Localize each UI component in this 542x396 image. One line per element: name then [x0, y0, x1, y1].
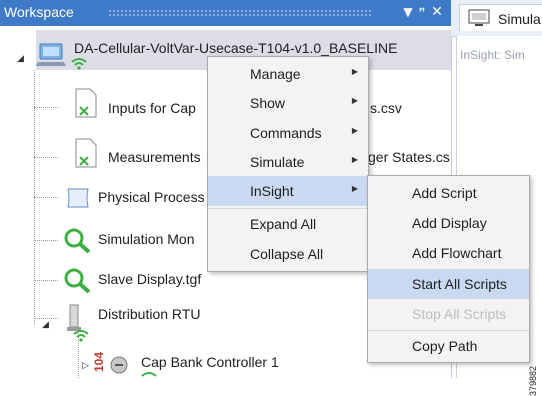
expand-arrow-icon[interactable]: ▷: [82, 360, 89, 371]
workspace-header: Workspace ▼ ꟸ ✕: [0, 0, 451, 26]
menu-item-label: InSight: [250, 183, 294, 199]
csv-file-icon: [75, 88, 97, 118]
pin-icon[interactable]: ꟸ: [415, 4, 429, 20]
menu-item-label: Commands: [250, 125, 322, 141]
menu-item-label: Add Script: [412, 185, 477, 201]
dropdown-icon[interactable]: ▼: [401, 4, 415, 20]
tree-root-label[interactable]: DA-Cellular-VoltVar-Usecase-T104-v1.0_BA…: [74, 40, 397, 56]
tree-item-measurements[interactable]: Measurements: [108, 149, 201, 165]
device-id-label: 104: [92, 351, 106, 372]
close-icon[interactable]: ✕: [430, 4, 444, 20]
submenu-arrow-icon: ▶: [351, 67, 358, 76]
menu-item-add-flowchart[interactable]: Add Flowchart: [368, 238, 529, 268]
menu-item-copy-path[interactable]: Copy Path: [368, 331, 529, 361]
tree-item-cap-bank-controller[interactable]: Cap Bank Controller 1: [141, 354, 279, 370]
scroll-icon: [67, 188, 89, 208]
menu-item-add-display[interactable]: Add Display: [368, 208, 529, 238]
menu-item-label: Show: [250, 95, 286, 111]
simulation-sub-label: InSight: Sim: [460, 48, 525, 62]
header-grip: [108, 9, 373, 17]
computer-icon: [36, 43, 66, 66]
menu-item-show[interactable]: Show ▶: [208, 88, 368, 118]
menu-item-manage[interactable]: Manage ▶: [208, 59, 368, 89]
menu-item-label: Start All Scripts: [412, 276, 507, 292]
menu-item-label: Manage: [250, 66, 301, 82]
simulation-tabbar: Simula: [451, 0, 542, 37]
magnifier-icon: [64, 228, 91, 254]
tree-item-distribution-rtu[interactable]: Distribution RTU: [98, 306, 200, 322]
wifi-icon: [73, 330, 89, 342]
tree-item-physical-process[interactable]: Physical Process: [98, 189, 205, 205]
menu-item-label: Copy Path: [412, 338, 478, 354]
context-menu: Manage ▶ Show ▶ Commands ▶ Simulate ▶ In…: [207, 56, 369, 272]
tree-line: [34, 107, 58, 108]
magnifier-icon: [64, 268, 91, 294]
collapse-arrow-icon[interactable]: ◢: [42, 319, 49, 330]
cap-bank-icon: [110, 356, 128, 374]
tree-line: [34, 157, 58, 158]
submenu-arrow-icon: ▶: [351, 96, 358, 105]
menu-item-label: Add Flowchart: [412, 245, 502, 261]
menu-item-add-script[interactable]: Add Script: [368, 178, 529, 208]
tab-simulation-label: Simula: [498, 11, 541, 27]
menu-item-label: Stop All Scripts: [412, 306, 507, 322]
menu-item-label: Collapse All: [250, 246, 324, 262]
tree-line: [34, 280, 58, 281]
menu-item-expand-all[interactable]: Expand All: [208, 209, 368, 239]
menu-item-insight[interactable]: InSight ▶: [208, 176, 368, 206]
csv-file-icon: [75, 138, 97, 168]
submenu-arrow-icon: ▶: [351, 155, 358, 164]
tree-item-measurements-suffix: ger States.cs: [368, 149, 450, 165]
wifi-icon: [71, 58, 87, 70]
tab-simulation[interactable]: Simula: [459, 4, 542, 31]
tree-item-simulation-mon[interactable]: Simulation Mon: [98, 231, 195, 247]
tree-item-inputs[interactable]: Inputs for Cap: [108, 100, 196, 116]
menu-item-stop-all-scripts: Stop All Scripts: [368, 299, 529, 329]
submenu-arrow-icon: ▶: [351, 126, 358, 135]
tree-line: [34, 197, 58, 198]
collapse-arrow-icon[interactable]: ◢: [17, 53, 24, 64]
menu-item-label: Add Display: [412, 215, 487, 231]
menu-item-label: Simulate: [250, 154, 305, 170]
menu-item-start-all-scripts[interactable]: Start All Scripts: [368, 269, 529, 299]
menu-item-commands[interactable]: Commands ▶: [208, 118, 368, 148]
submenu-arrow-icon: ▶: [351, 184, 358, 193]
workspace-title: Workspace: [4, 4, 74, 20]
tree-item-inputs-suffix: s.csv: [370, 100, 402, 116]
menu-item-label: Expand All: [250, 216, 317, 232]
monitor-icon: [468, 9, 490, 26]
tree-line: [34, 240, 58, 241]
menu-item-simulate[interactable]: Simulate ▶: [208, 147, 368, 177]
tree-item-slave-display[interactable]: Slave Display.tgf: [98, 271, 201, 287]
figure-number: 379882: [528, 366, 538, 396]
menu-item-collapse-all[interactable]: Collapse All: [208, 239, 368, 269]
insight-submenu: Add Script Add Display Add Flowchart Sta…: [367, 175, 530, 363]
